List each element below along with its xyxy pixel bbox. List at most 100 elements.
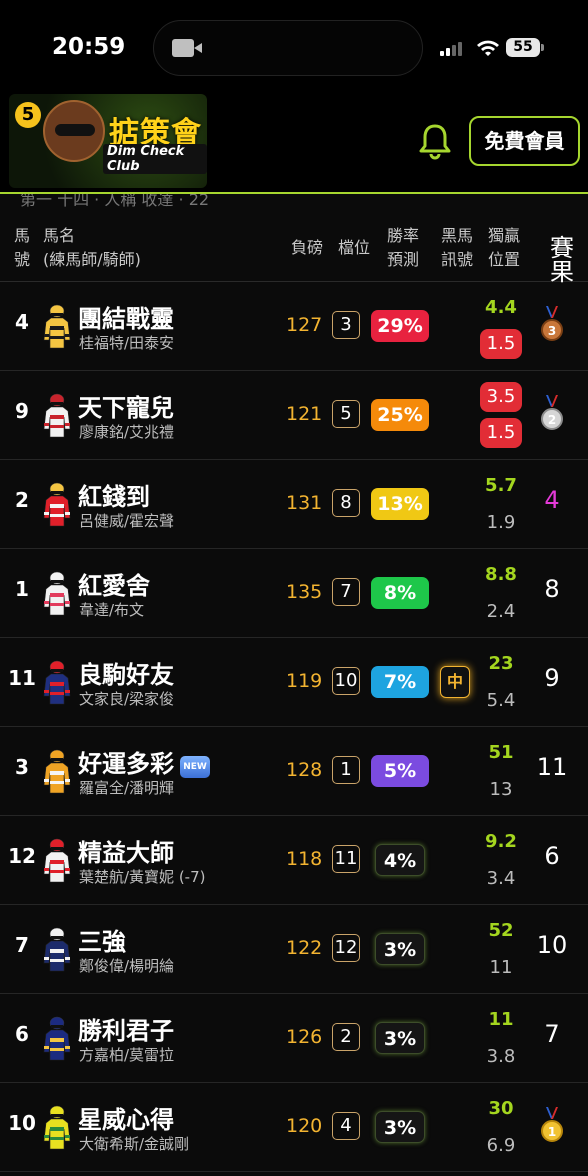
horse-name-text: 勝利君子 [78,1017,174,1045]
horse-number: 11 [8,666,36,690]
gold-medal-icon: 1 [541,1107,563,1142]
new-badge: NEW [180,756,210,778]
dark-horse-signal-badge[interactable]: 中 [440,666,470,698]
place-odds: 6.9 [486,1135,516,1156]
weight-value: 131 [286,492,323,514]
logo-badge: 5 [15,102,41,128]
previous-section-label: 第一 十四 · 人稱 收達 · 22 [20,194,210,208]
horse-name[interactable]: 三強 [78,922,126,957]
horse-number: 10 [8,1111,36,1135]
win-probability-badge: 13% [371,488,429,520]
race-result: 7 [544,1020,560,1048]
win-probability-badge: 7% [371,666,429,698]
jockey-silk-icon [43,304,71,349]
horse-name[interactable]: 星威心得 [78,1100,174,1135]
win-odds: 5.7 [485,475,517,496]
win-odds: 9.2 [485,831,517,852]
video-camera-icon [172,39,202,57]
horse-name[interactable]: 勝利君子 [78,1011,174,1046]
col-horse-number: 馬號 [14,226,31,269]
previous-section-text: 第一 十四 · 人稱 收達 · 22 [0,194,588,208]
jockey-silk-icon [43,1105,71,1150]
place-odds: 5.4 [486,690,516,711]
weight-value: 120 [286,1115,323,1137]
trainer-jockey: 廖康銘/艾兆禮 [79,423,175,441]
horse-name-text: 紅愛舍 [78,572,150,600]
table-row[interactable]: 3 好運多彩 NEW 羅富全/潘明輝 128 1 5% 51 13 11 [0,727,588,816]
race-result: 10 [536,931,568,959]
bronze-medal-icon: 3 [541,306,563,341]
trainer-jockey: 文家良/梁家俊 [79,690,175,708]
gate-box: 8 [332,489,360,517]
horse-name[interactable]: 精益大師 [78,833,174,868]
gate-box: 1 [332,756,360,784]
weight-value: 127 [286,314,323,336]
table-row[interactable]: 12 精益大師 葉楚航/黃寶妮 (-7) 118 11 4% 9.2 3.4 6 [0,816,588,905]
table-row[interactable]: 7 三強 鄭俊偉/楊明綸 122 12 3% 52 11 10 [0,905,588,994]
gate-box: 11 [332,845,360,873]
table-row[interactable]: 9 天下寵兒 廖康銘/艾兆禮 121 5 25% 3.5 1.5 2 [0,371,588,460]
place-odds: 11 [489,957,513,978]
win-odds: 4.4 [485,297,517,318]
clock: 20:59 [52,34,126,60]
svg-text:3: 3 [548,324,556,338]
table-row[interactable]: 1 紅愛舍 韋達/布文 135 7 8% 8.8 2.4 8 [0,549,588,638]
free-member-button[interactable]: 免費會員 [469,116,580,166]
table-row[interactable]: 10 星威心得 大衛希斯/金誠剛 120 4 3% 30 6.9 1 [0,1083,588,1172]
horse-name[interactable]: 良駒好友 [78,655,174,690]
horse-name[interactable]: 紅愛舍 [78,566,150,601]
horse-number: 4 [15,310,29,334]
trainer-jockey: 呂健威/霍宏聲 [79,512,175,530]
horse-name-text: 精益大師 [78,839,174,867]
horse-name[interactable]: 好運多彩 NEW [78,744,210,779]
horse-name-text: 三強 [78,928,126,956]
svg-text:2: 2 [548,413,556,427]
weight-value: 118 [286,848,323,870]
jockey-silk-icon [43,838,71,883]
horse-name[interactable]: 紅錢到 [78,477,150,512]
win-probability-badge: 29% [371,310,429,342]
win-probability-badge: 3% [375,1111,425,1143]
trainer-jockey: 大衛希斯/金誠剛 [79,1135,190,1153]
race-result: 9 [544,664,560,692]
win-odds: 51 [488,742,514,763]
race-result: 8 [544,575,560,603]
weight-value: 121 [286,403,323,425]
table-row[interactable]: 4 團結戰靈 桂福特/田泰安 127 3 29% 4.4 1.5 3 [0,282,588,371]
win-odds: 52 [488,920,514,941]
race-result: 4 [544,486,560,514]
horse-name[interactable]: 天下寵兒 [78,388,174,423]
col-win-prediction: 勝率預測 [387,226,420,269]
place-odds: 3.4 [486,868,516,889]
win-probability-badge: 3% [375,933,425,965]
win-odds: 11 [488,1009,514,1030]
horse-number: 6 [15,1022,29,1046]
gate-box: 12 [332,934,360,962]
race-result: 6 [544,842,560,870]
bell-icon[interactable] [418,122,452,160]
trainer-jockey: 鄭俊偉/楊明綸 [79,957,175,975]
logo-subtitle: Dim Check Club [103,144,207,174]
gate-box: 3 [332,311,360,339]
table-row[interactable]: 2 紅錢到 呂健威/霍宏聲 131 8 13% 5.7 1.9 4 [0,460,588,549]
weight-value: 122 [286,937,323,959]
table-header: 馬號 馬名 (練馬師/騎師) 負磅 檔位 勝率預測 黑馬訊號 獨贏位置 賽果 [0,212,588,284]
trainer-jockey: 方嘉柏/莫雷拉 [79,1046,175,1064]
horse-name[interactable]: 團結戰靈 [78,299,174,334]
gate-box: 5 [332,400,360,428]
jockey-silk-icon [43,482,71,527]
table-row[interactable]: 6 勝利君子 方嘉柏/莫雷拉 126 2 3% 11 3.8 7 [0,994,588,1083]
place-odds: 1.5 [480,329,522,359]
horse-number: 1 [15,577,29,601]
table-row[interactable]: 11 良駒好友 文家良/梁家俊 119 10 7% 中 23 5.4 9 [0,638,588,727]
horse-name-text: 星威心得 [78,1106,174,1134]
svg-text:1: 1 [548,1125,556,1139]
jockey-silk-icon [43,393,71,438]
battery-icon: 55 [506,38,544,57]
win-odds: 8.8 [485,564,517,585]
place-odds: 13 [489,779,513,800]
app-logo[interactable]: 5 掂策會 Dim Check Club [9,94,207,188]
trainer-jockey: 葉楚航/黃寶妮 (-7) [79,868,206,886]
jockey-silk-icon [43,660,71,705]
horse-name-text: 良駒好友 [78,661,174,689]
